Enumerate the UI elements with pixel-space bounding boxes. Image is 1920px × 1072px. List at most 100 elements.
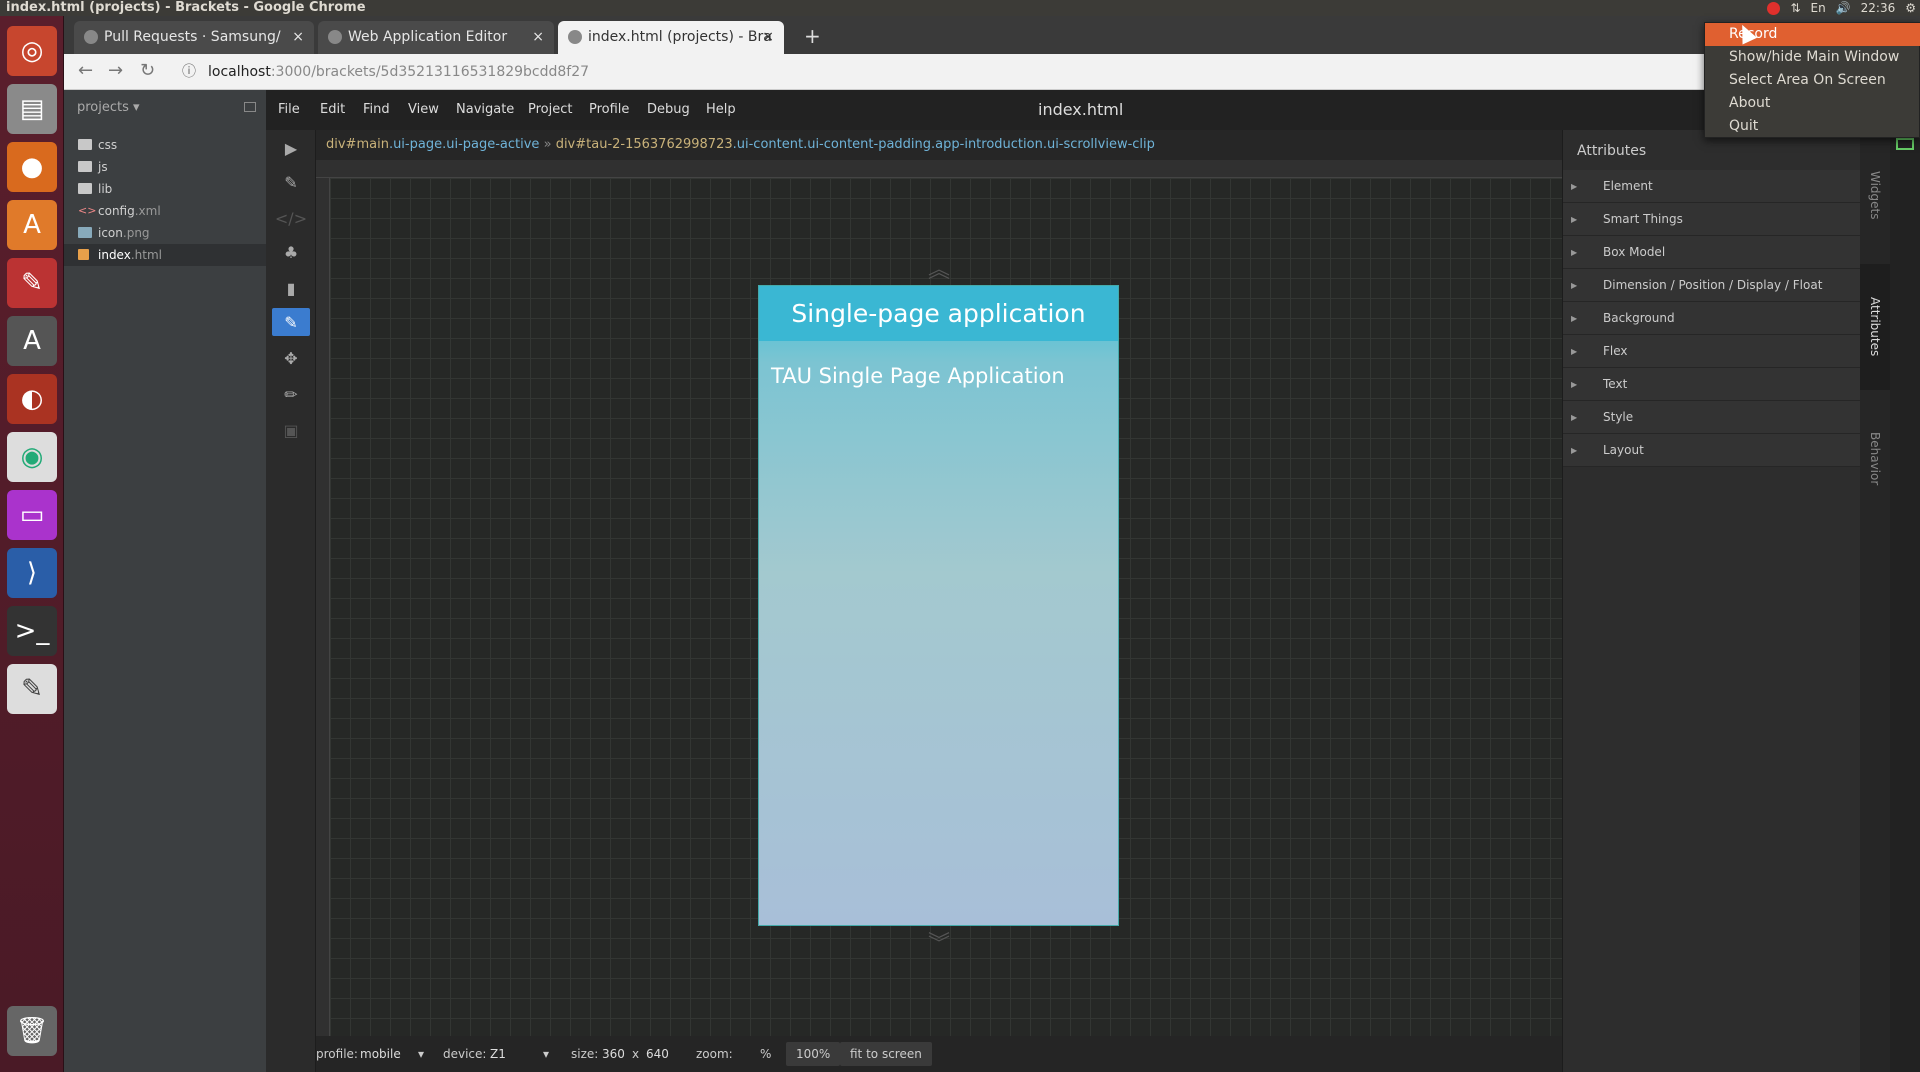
clock[interactable]: 22:36 [1861,0,1896,16]
design-edit-icon[interactable]: ✎ [272,308,310,336]
breadcrumb-seg1-class[interactable]: .ui-page.ui-page-active [389,137,540,152]
section-label: Box Model [1603,245,1666,259]
app-icon[interactable]: ◐ [7,374,57,424]
chrome-icon[interactable]: ◉ [7,432,57,482]
browser-tab-strip: Pull Requests · Samsung/ × Web Applicati… [64,16,1920,54]
files-icon[interactable]: ▤ [7,84,57,134]
trash-icon[interactable]: 🗑 [7,1006,57,1056]
software-center-icon[interactable]: A [7,200,57,250]
save-icon[interactable]: ▣ [272,416,310,444]
volume-icon[interactable]: 🔊 [1836,0,1851,16]
window-app-icon[interactable]: ▭ [7,490,57,540]
tab-widgets[interactable]: Widgets [1860,130,1890,260]
pencil-icon[interactable]: ✏ [272,380,310,408]
profile-dropdown-icon[interactable]: ▾ [418,1047,424,1061]
magic-wand-icon[interactable]: ✎ [272,168,310,196]
section-element[interactable]: ▶ Element [1563,170,1861,203]
device-dropdown-icon[interactable]: ▾ [543,1047,549,1061]
reload-icon[interactable]: ↻ [140,60,155,81]
menu-edit[interactable]: Edit [320,102,345,117]
section-background[interactable]: ▶ Background [1563,302,1861,335]
device-select[interactable]: Z1 [490,1047,506,1061]
page-icon[interactable]: ▮ [272,274,310,302]
section-box-model[interactable]: ▶ Box Model [1563,236,1861,269]
tab-index-html[interactable]: index.html (projects) - Bra × [558,21,784,54]
height-value[interactable]: 640 [646,1047,669,1061]
text-editor-icon[interactable]: ✎ [7,664,57,714]
system-settings-icon[interactable]: ✎ [7,258,57,308]
folder-css[interactable]: css [64,134,266,156]
preview-body-text[interactable]: TAU Single Page Application [771,364,1065,388]
section-dimension[interactable]: ▶ Dimension / Position / Display / Float [1563,269,1861,302]
tree-icon[interactable]: ♣ [272,238,310,266]
software-updater-icon[interactable]: A [7,316,57,366]
menu-show-hide-main-window[interactable]: Show/hide Main Window [1705,46,1920,69]
profile-select[interactable]: mobile [360,1047,401,1061]
menu-about[interactable]: About [1705,92,1920,115]
back-arrow-icon[interactable]: ← [78,60,93,81]
project-dropdown[interactable]: projects ▾ [77,100,140,115]
close-icon[interactable]: × [532,21,544,53]
app-menu-bar: File Edit Find View Navigate Project Pro… [266,90,1920,130]
window-title: index.html (projects) - Brackets - Googl… [6,0,366,15]
live-preview-icon[interactable] [1896,138,1914,150]
scroll-up-chevron-icon[interactable]: ︽ [928,252,950,284]
file-icon-png[interactable]: icon.png [64,222,266,244]
menu-navigate[interactable]: Navigate [456,102,514,117]
section-layout[interactable]: ▶ Layout [1563,434,1861,467]
zoom-value-button[interactable]: 100% [786,1042,841,1066]
move-icon[interactable]: ✥ [272,344,310,372]
menu-view[interactable]: View [408,102,439,117]
breadcrumb-seg2-class[interactable]: .ui-content.ui-content-padding.app-intro… [733,137,1155,152]
fit-to-screen-button[interactable]: fit to screen [840,1042,932,1066]
address-bar-row: ← → ↻ ⓘ localhost:3000/brackets/5d352131… [64,54,1920,90]
tab-web-application-editor[interactable]: Web Application Editor × [318,21,554,54]
menu-file[interactable]: File [278,102,300,117]
breadcrumb-seg1-id[interactable]: div#main [326,137,389,152]
url-field[interactable]: ⓘ localhost:3000/brackets/5d352131165318… [174,59,1734,85]
folder-js[interactable]: js [64,156,266,178]
file-config-xml[interactable]: <> config.xml [64,200,266,222]
section-flex[interactable]: ▶ Flex [1563,335,1861,368]
breadcrumb-seg2-id[interactable]: div#tau-2-1563762998723 [556,137,733,152]
device-preview[interactable]: Single-page application TAU Single Page … [758,285,1119,926]
menu-profile[interactable]: Profile [589,102,629,117]
section-text[interactable]: ▶ Text [1563,368,1861,401]
close-icon[interactable]: × [292,21,304,53]
settings-gear-icon[interactable]: ⚙ [1905,0,1916,16]
collapse-sidebar-icon[interactable] [244,102,256,112]
width-value[interactable]: 360 [602,1047,625,1061]
record-indicator-icon[interactable] [1767,1,1781,15]
new-tab-button[interactable]: + [804,24,821,48]
firefox-icon[interactable]: ● [7,142,57,192]
terminal-icon[interactable]: >_ [7,606,57,656]
vscode-icon[interactable]: ⟩ [7,548,57,598]
tab-behavior[interactable]: Behavior [1860,394,1890,524]
close-icon[interactable]: × [762,21,774,53]
file-index-html[interactable]: index.html [64,244,266,266]
menu-select-area[interactable]: Select Area On Screen [1705,69,1920,92]
device-label: device: [443,1047,487,1061]
zoom-label: zoom: [696,1047,733,1061]
preview-header[interactable]: Single-page application [759,286,1118,341]
menu-debug[interactable]: Debug [647,102,690,117]
code-view-icon[interactable]: </> [272,204,310,232]
folder-icon [78,183,92,194]
network-icon[interactable]: ⇅ [1790,0,1800,16]
keyboard-layout[interactable]: En [1811,0,1826,16]
menu-find[interactable]: Find [363,102,390,117]
run-icon[interactable]: ▶ [272,134,310,162]
menu-project[interactable]: Project [528,102,572,117]
section-smart-things[interactable]: ▶ Smart Things [1563,203,1861,236]
section-style[interactable]: ▶ Style [1563,401,1861,434]
scroll-down-chevron-icon[interactable]: ︾ [928,926,950,958]
file-tree-sidebar: projects ▾ css js lib <> config.xml icon.… [64,90,266,1072]
forward-arrow-icon[interactable]: → [108,60,123,81]
info-icon[interactable]: ⓘ [182,59,196,85]
tab-attributes[interactable]: Attributes [1860,264,1890,390]
folder-lib[interactable]: lib [64,178,266,200]
menu-help[interactable]: Help [706,102,736,117]
ubuntu-dash-icon[interactable]: ◎ [7,26,57,76]
tab-pull-requests[interactable]: Pull Requests · Samsung/ × [74,21,314,54]
menu-quit[interactable]: Quit [1705,115,1920,138]
